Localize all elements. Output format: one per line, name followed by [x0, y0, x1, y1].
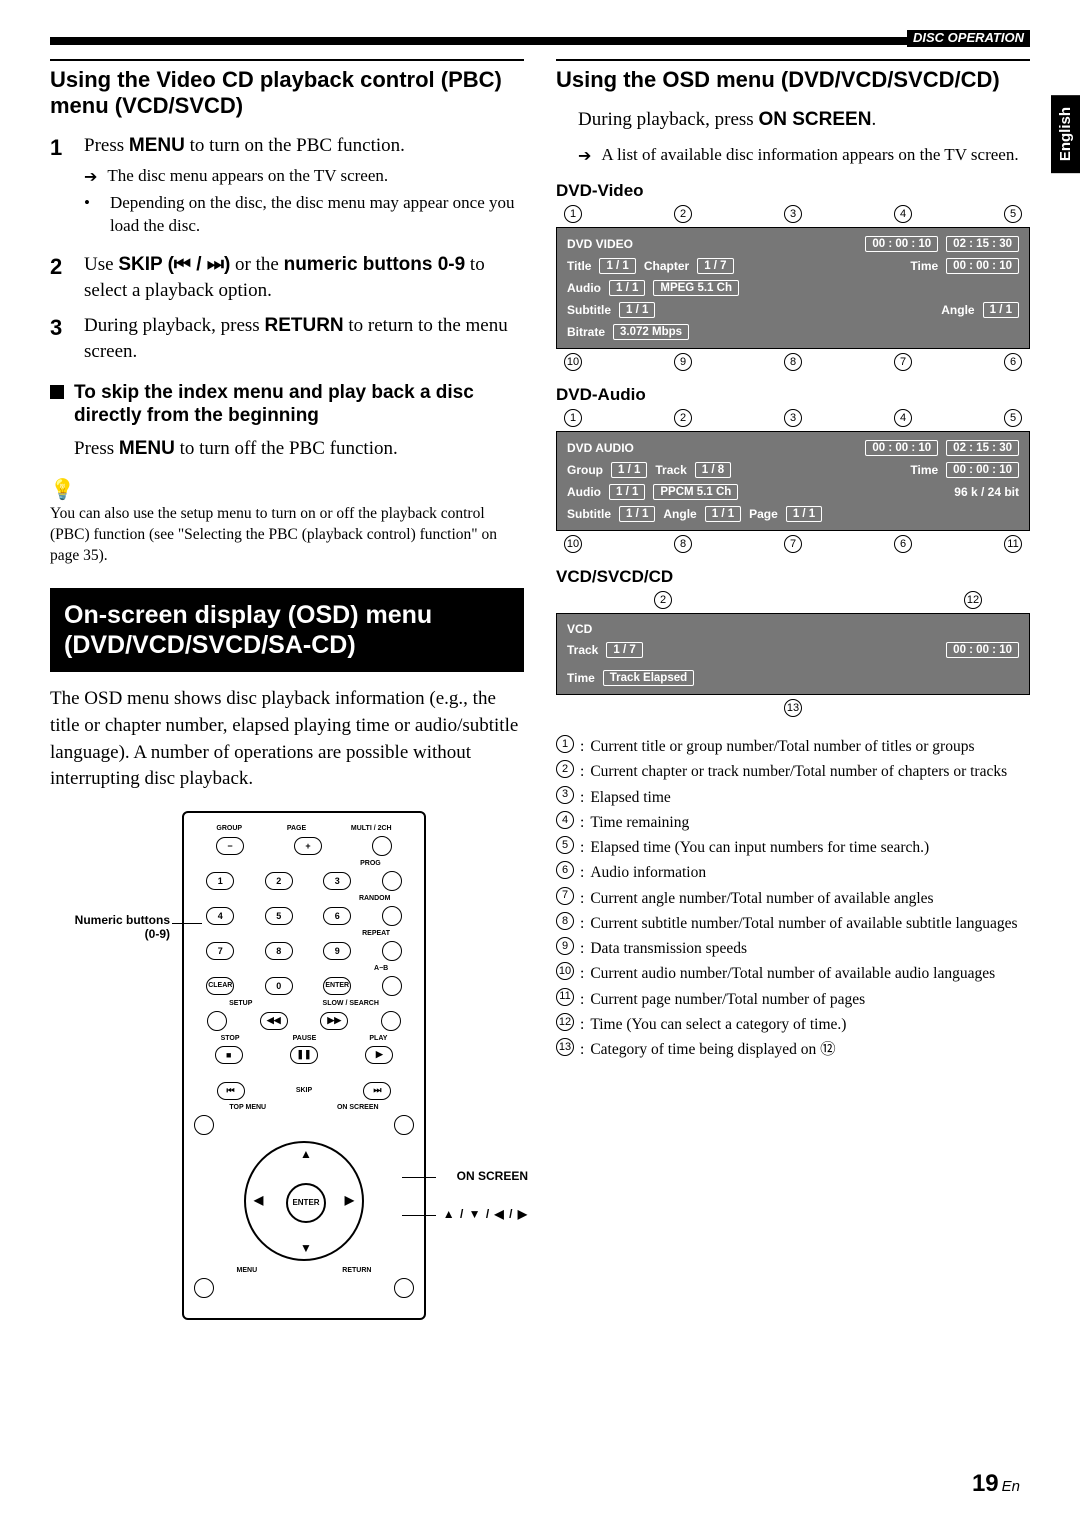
heading-osd-menu: Using the OSD menu (DVD/VCD/SVCD/CD): [556, 67, 1030, 93]
remote-illustration: Numeric buttons (0-9) ON SCREEN ▲ / ▼ / …: [122, 811, 452, 1320]
tip-icon: 💡: [50, 477, 524, 502]
callout-legend: 1: Current title or group number/Total n…: [556, 735, 1030, 1061]
skip-body: Press MENU to turn off the PBC function.: [74, 436, 524, 463]
page-number: 19En: [972, 1470, 1020, 1498]
arrow-icon: ➔: [84, 167, 97, 189]
label-numeric-buttons: Numeric buttons (0-9): [60, 913, 170, 942]
label-dvd-audio: DVD-Audio: [556, 385, 1030, 405]
arrow-icon: ➔: [578, 146, 591, 168]
subhead-skip: To skip the index menu and play back a d…: [50, 381, 524, 429]
tip-note: You can also use the setup menu to turn …: [50, 504, 524, 567]
heading-pbc: Using the Video CD playback control (PBC…: [50, 67, 524, 119]
label-on-screen: ON SCREEN: [457, 1169, 528, 1183]
label-vcd: VCD/SVCD/CD: [556, 567, 1030, 587]
osd-panel-dvd-audio: 12345 DVD AUDIO00 : 00 : 1002 : 15 : 30G…: [556, 409, 1030, 553]
heading-osd-box: On-screen display (OSD) menu (DVD/VCD/SV…: [50, 588, 524, 672]
step-1: 1 Press MENU to turn on the PBC function…: [50, 133, 524, 242]
osd-description: The OSD menu shows disc playback informa…: [50, 686, 524, 792]
label-dvd-video: DVD-Video: [556, 181, 1030, 201]
language-tab: English: [1051, 95, 1080, 173]
osd-panel-vcd: 212 VCDTrack1 / 700 : 00 : 10 TimeTrack …: [556, 591, 1030, 717]
label-arrows: ▲ / ▼ / ◀ / ▶: [443, 1207, 528, 1221]
square-icon: [50, 385, 64, 399]
section-label: DISC OPERATION: [907, 30, 1030, 47]
step-2: 2 Use SKIP (⏮ / ⏭) or the numeric button…: [50, 252, 524, 303]
osd-intro: During playback, press ON SCREEN.: [578, 107, 1030, 134]
step-3: 3 During playback, press RETURN to retur…: [50, 313, 524, 364]
osd-panel-dvd-video: 12345 DVD VIDEO00 : 00 : 1002 : 15 : 30T…: [556, 205, 1030, 371]
